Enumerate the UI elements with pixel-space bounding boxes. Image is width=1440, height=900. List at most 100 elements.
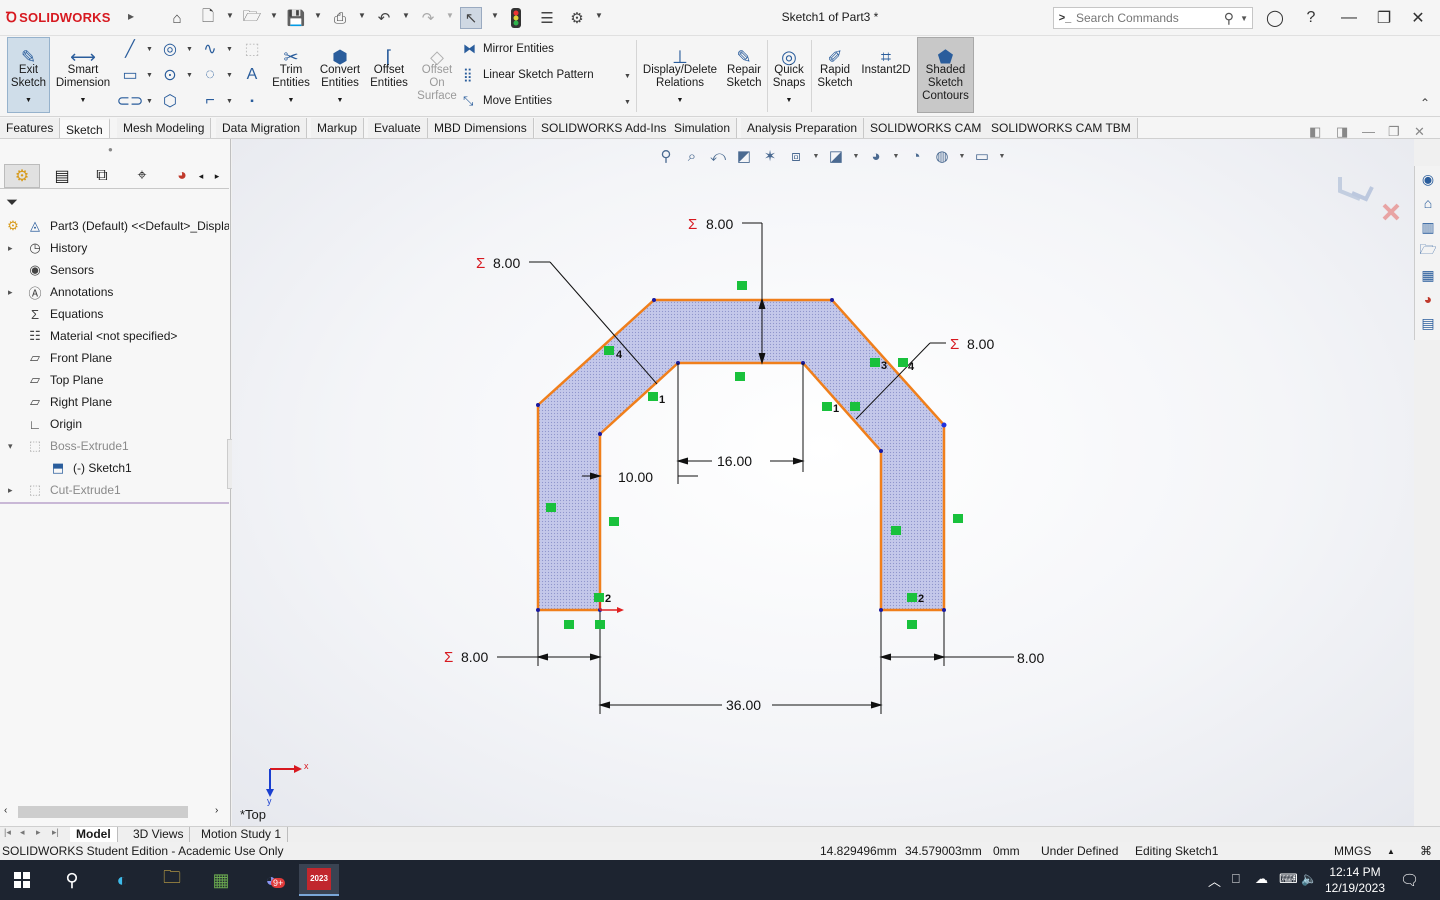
chevron-up-icon[interactable]: ▲ — [1387, 847, 1395, 856]
repair-sketch-button[interactable]: ✎ Repair Sketch — [723, 38, 765, 90]
rapid-sketch-button[interactable]: ✐ Rapid Sketch — [814, 38, 856, 90]
tree-item-sketch1[interactable]: ⬒ (-) Sketch1 — [0, 457, 229, 479]
vertex-point[interactable] — [652, 298, 656, 302]
horizontal-relation-icon[interactable] — [735, 372, 745, 381]
tile-right-icon[interactable]: ◨ — [1336, 124, 1348, 140]
file-properties-icon[interactable]: ☰ — [536, 7, 558, 29]
parallel-relation-icon[interactable] — [870, 358, 880, 367]
tree-root-part[interactable]: ⚙ ◬ Part3 (Default) <<Default>_Displa — [0, 215, 229, 237]
tree-item-material[interactable]: ☷ Material <not specified> — [0, 325, 229, 347]
filter-icon[interactable]: ⏷ — [6, 194, 18, 211]
tree-item-sensors[interactable]: ◉ Sensors — [0, 259, 229, 281]
chevron-down-icon[interactable]: ▼ — [146, 72, 153, 79]
chevron-down-icon[interactable]: ▼ — [288, 94, 295, 107]
straight-slot-icon[interactable]: ⊂⊃ — [117, 91, 144, 111]
linear-sketch-pattern-button[interactable]: ⣿ Linear Sketch Pattern — [463, 67, 594, 83]
dimension-top-vertical[interactable]: 8.00 — [706, 216, 733, 232]
panel-grip-icon[interactable]: ● — [108, 145, 113, 154]
search-icon[interactable]: ⚲ — [1224, 10, 1234, 27]
point-icon[interactable]: ▪ — [242, 91, 262, 111]
parallel-relation-icon[interactable] — [898, 358, 908, 367]
chevron-down-icon[interactable]: ▼ — [80, 94, 87, 107]
rollback-bar[interactable] — [0, 502, 229, 504]
chevron-down-icon[interactable]: ▼ — [1240, 14, 1248, 23]
display-delete-relations-button[interactable]: ⊥ Display/Delete Relations ▼ — [640, 38, 720, 107]
volume-icon[interactable]: 🔈 — [1301, 871, 1317, 887]
tree-item-annotations[interactable]: ▸ Ⓐ Annotations — [0, 281, 229, 303]
tile-left-icon[interactable]: ◧ — [1309, 124, 1321, 140]
chevron-down-icon[interactable]: ▼ — [226, 46, 233, 53]
redo-icon[interactable]: ↷ — [417, 7, 439, 29]
spline-icon[interactable]: ∿ — [200, 39, 220, 59]
search-commands-box[interactable]: >_ ⚲ ▼ — [1053, 7, 1253, 29]
design-library-icon[interactable]: ▥ — [1417, 216, 1439, 238]
chevron-down-icon[interactable]: ▼ — [624, 73, 631, 80]
graphics-area[interactable]: ⚲ ⌕ ⤺ ◩ ✶ ⧈ ▼ ◪ ▼ ◕ ▼ ◔ ◍ ▼ ▭ ▼ 4 1 3 4 … — [232, 139, 1414, 826]
dimension-right-bottom[interactable]: 8.00 — [1017, 650, 1044, 666]
chevron-down-icon[interactable]: ▼ — [402, 11, 410, 20]
user-account-icon[interactable]: ◯ — [1263, 6, 1287, 30]
feature-manager-tab-icon[interactable]: ⚙ — [4, 164, 40, 188]
tab-simulation[interactable]: Simulation — [668, 118, 738, 138]
scroll-right-icon[interactable]: ▸ — [210, 164, 224, 188]
tab-motion-study-1[interactable]: Motion Study 1 — [195, 827, 289, 842]
scroll-left-icon[interactable]: ◂ — [194, 164, 208, 188]
unit-system-selector[interactable]: MMGS — [1334, 844, 1371, 858]
solidworks-logo[interactable]: Ꝺ SOLIDWORKS — [6, 8, 111, 27]
tree-item-origin[interactable]: ∟ Origin — [0, 413, 229, 435]
tree-item-history[interactable]: ▸ ◷ History — [0, 237, 229, 259]
minecraft-icon[interactable]: ▦ — [201, 864, 241, 896]
vertical-relation-icon[interactable] — [891, 526, 901, 535]
tab-nav-last-icon[interactable]: ▸| — [52, 827, 59, 838]
search-icon[interactable]: ⚲ — [52, 864, 92, 896]
chevron-down-icon[interactable]: ▼ — [677, 94, 684, 107]
tab-mbd-dimensions[interactable]: MBD Dimensions — [428, 118, 534, 138]
configuration-manager-tab-icon[interactable]: ⧉ — [84, 164, 120, 188]
save-icon[interactable]: 💾 — [285, 7, 307, 29]
exit-sketch-button[interactable]: ✎ Exit Sketch ▼ — [7, 37, 50, 113]
vertex-point[interactable] — [536, 403, 540, 407]
arc-icon[interactable]: ◌ — [200, 65, 220, 85]
scroll-left-icon[interactable]: ‹ — [4, 805, 7, 816]
view-palette-icon[interactable]: ▦ — [1417, 264, 1439, 286]
property-manager-tab-icon[interactable]: ▤ — [44, 164, 80, 188]
appearances-icon[interactable]: ◕ — [1417, 288, 1439, 310]
dimension-inner-width[interactable]: 16.00 — [717, 453, 752, 469]
doc-restore-button[interactable]: ❐ — [1388, 124, 1400, 140]
vertex-point[interactable] — [941, 422, 947, 428]
scroll-right-icon[interactable]: › — [215, 805, 218, 816]
chevron-down-icon[interactable]: ▼ — [314, 11, 322, 20]
onedrive-cloud-icon[interactable]: ☁ — [1255, 871, 1268, 887]
horizontal-scrollbar[interactable]: ‹ › — [0, 803, 229, 821]
chevron-down-icon[interactable]: ▼ — [146, 46, 153, 53]
horizontal-relation-icon[interactable] — [737, 281, 747, 290]
options-gear-icon[interactable]: ⚙ — [566, 7, 588, 29]
collapse-arrow-icon[interactable]: ▾ — [8, 441, 18, 452]
tab-data-migration[interactable]: Data Migration — [216, 118, 308, 138]
rectangle-icon[interactable]: ▭ — [120, 65, 140, 85]
menu-expand-arrow-icon[interactable]: ▸ — [128, 9, 134, 23]
home-icon[interactable]: ⌂ — [1417, 192, 1439, 214]
close-button[interactable]: ✕ — [1406, 6, 1430, 30]
new-document-icon[interactable]: 🗋 — [197, 7, 219, 29]
tab-solidworks-cam-tbm[interactable]: SOLIDWORKS CAM TBM — [985, 118, 1138, 138]
meet-now-icon[interactable]: ⎕ — [1232, 871, 1240, 887]
tab-analysis-preparation[interactable]: Analysis Preparation — [741, 118, 865, 138]
sketch-text-icon[interactable]: A — [242, 65, 262, 85]
equal-relation-icon[interactable] — [907, 593, 917, 602]
vertical-relation-icon[interactable] — [953, 514, 963, 523]
chevron-down-icon[interactable]: ▼ — [786, 94, 793, 107]
file-explorer-icon[interactable]: 🗀 — [152, 864, 192, 896]
tab-nav-next-icon[interactable]: ▸ — [36, 827, 41, 838]
doc-minimize-button[interactable]: — — [1362, 124, 1375, 139]
open-folder-icon[interactable]: 🗁 — [241, 7, 263, 29]
chevron-down-icon[interactable]: ▼ — [595, 11, 603, 20]
undo-icon[interactable]: ↶ — [373, 7, 395, 29]
slot-icon[interactable]: ⊙ — [160, 65, 180, 85]
vertex-point[interactable] — [598, 432, 602, 436]
tab-nav-first-icon[interactable]: |◂ — [4, 827, 11, 838]
scrollbar-thumb[interactable] — [18, 806, 188, 818]
print-icon[interactable]: ⎙ — [329, 7, 351, 29]
doc-close-button[interactable]: ✕ — [1414, 124, 1425, 140]
notifications-icon[interactable]: 🗨 — [1400, 871, 1419, 889]
